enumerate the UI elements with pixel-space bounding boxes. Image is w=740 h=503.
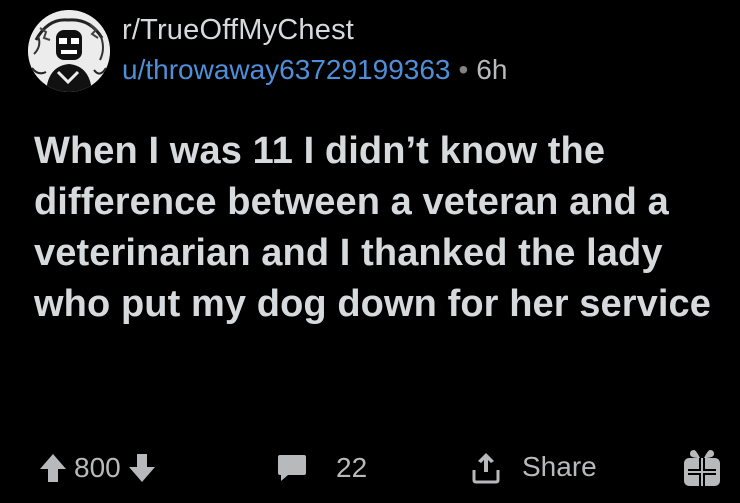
- post-action-bar: 800 22 Share: [0, 440, 740, 496]
- comments-button[interactable]: 22: [276, 448, 367, 488]
- post-age: 6h: [476, 54, 508, 85]
- award-button[interactable]: [680, 446, 724, 490]
- post-title[interactable]: When I was 11 I didn’t know the differen…: [34, 126, 724, 330]
- vote-controls: 800: [38, 448, 157, 488]
- comment-count: 22: [336, 452, 368, 483]
- share-icon: [470, 450, 502, 484]
- comment-bubble-icon: [276, 453, 308, 483]
- upvote-arrow-icon[interactable]: [38, 452, 68, 484]
- award-gift-icon: [680, 446, 724, 490]
- meta-separator: •: [458, 54, 469, 85]
- subreddit-name[interactable]: r/TrueOffMyChest: [122, 14, 354, 47]
- author-username[interactable]: u/throwaway63729199363: [122, 54, 450, 85]
- vote-count: 800: [74, 452, 121, 483]
- post-meta: u/throwaway63729199363 • 6h: [122, 54, 507, 86]
- share-button[interactable]: Share: [470, 446, 597, 488]
- post-card: r/TrueOffMyChest u/throwaway63729199363 •…: [0, 0, 740, 503]
- downvote-arrow-icon[interactable]: [127, 452, 157, 484]
- subreddit-avatar-icon[interactable]: [28, 10, 110, 92]
- share-label: Share: [522, 451, 597, 482]
